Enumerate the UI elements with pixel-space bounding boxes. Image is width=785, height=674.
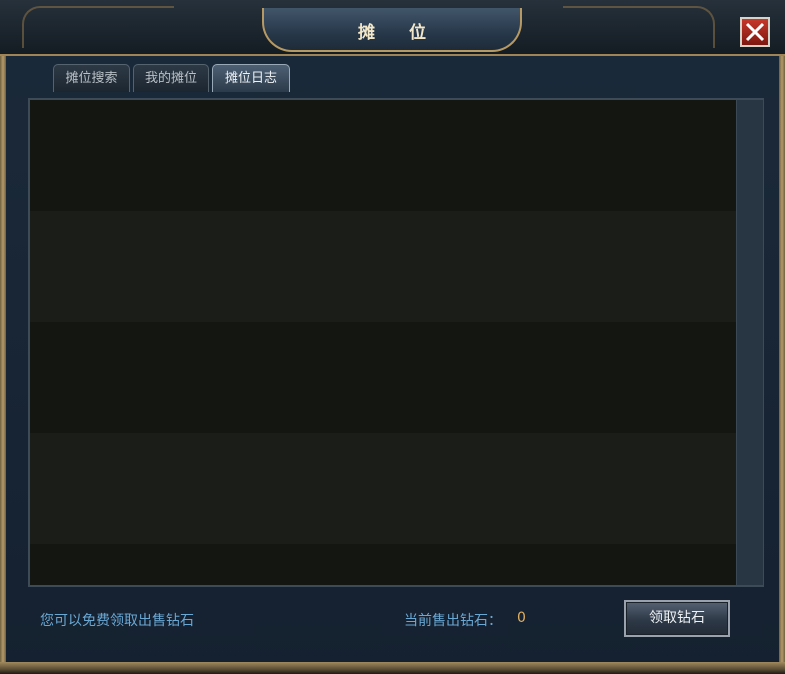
log-row (30, 544, 736, 585)
frame-bottom (0, 662, 785, 674)
title-plate: 摊 位 (262, 8, 522, 52)
log-row (30, 433, 736, 544)
log-row (30, 322, 736, 433)
header-ornament-left (22, 6, 174, 48)
tab-stall-search[interactable]: 摊位搜索 (53, 64, 130, 92)
sold-diamonds-value: 0 (517, 610, 526, 626)
close-button[interactable] (740, 17, 770, 47)
log-row (30, 211, 736, 322)
free-claim-notice: 您可以免费领取出售钻石 (40, 613, 194, 629)
tab-stall-log[interactable]: 摊位日志 (212, 64, 290, 92)
log-panel (28, 98, 764, 587)
header-ornament-right (563, 6, 715, 48)
frame-right (779, 56, 785, 662)
stall-window: 摊 位 摊位搜索 我的摊位 摊位日志 您可以免费领取出售钻石 当前售出钻石： 0… (0, 0, 785, 674)
window-title: 摊 位 (358, 23, 440, 43)
frame-left (0, 56, 6, 662)
window-header: 摊 位 (0, 0, 785, 56)
log-scrollbar[interactable] (736, 100, 763, 585)
claim-diamonds-button[interactable]: 领取钻石 (624, 600, 730, 637)
sold-diamonds-label: 当前售出钻石： (404, 613, 502, 629)
log-row (30, 100, 736, 211)
close-icon (744, 21, 766, 43)
tab-my-stall[interactable]: 我的摊位 (133, 64, 209, 92)
